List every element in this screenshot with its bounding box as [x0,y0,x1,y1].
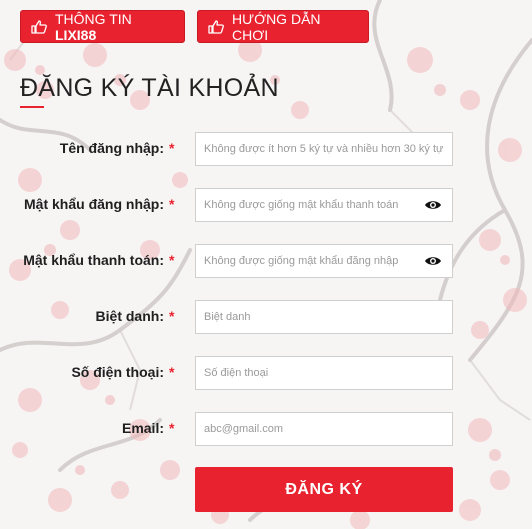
game-guide-button[interactable]: HƯỚNG DẪN CHƠI [197,10,369,43]
email-input[interactable] [195,412,453,446]
info-button-label: THÔNG TIN [55,10,132,27]
eye-icon[interactable] [424,199,442,211]
eye-icon[interactable] [424,255,442,267]
username-label: Tên đăng nhập: [59,140,164,156]
required-mark: * [169,364,175,380]
info-button-brand: LIXI88 [55,26,97,43]
guide-button-label: HƯỚNG DẪN CHƠI [232,10,321,43]
payment-password-input[interactable] [195,244,453,278]
payment-password-label: Mật khẩu thanh toán: [23,252,164,268]
required-mark: * [169,420,175,436]
pointing-hand-icon [31,19,47,34]
required-mark: * [169,252,175,268]
info-lixi88-button[interactable]: THÔNG TIN LIXI88 [20,10,185,43]
pointing-hand-icon [208,19,224,34]
nickname-input[interactable] [195,300,453,334]
phone-label: Số điện thoại: [71,364,164,380]
page-title: ĐĂNG KÝ TÀI KHOẢN [20,74,279,102]
title-underline [20,106,44,108]
email-label: Email: [121,420,164,436]
phone-input[interactable] [195,356,453,390]
required-mark: * [169,308,175,324]
login-password-input[interactable] [195,188,453,222]
login-password-label: Mật khẩu đăng nhập: [24,196,164,212]
register-button[interactable]: ĐĂNG KÝ [195,467,453,512]
required-mark: * [169,196,175,212]
nickname-label: Biệt danh: [95,308,164,324]
username-input[interactable] [195,132,453,166]
required-mark: * [169,140,175,156]
